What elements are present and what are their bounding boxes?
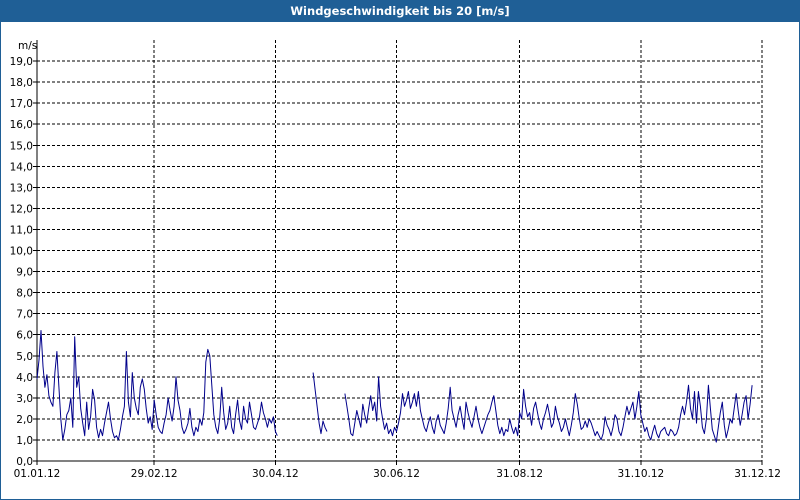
wind-speed-series-line (36, 330, 278, 441)
x-tick-label: 30.06.12 (373, 468, 420, 480)
y-tick-label: 2,0 (16, 414, 33, 426)
x-tick-label: 29.02.12 (131, 468, 178, 480)
chart-canvas: 0,0 1,0 2,0 3,0 4,0 5,0 6,0 7,0 8,0 9,0 10,0 11,0 12… (10, 40, 781, 480)
x-tick-label: 31.08.12 (496, 468, 543, 480)
grid-layer (37, 40, 763, 461)
y-tick-label: 7,0 (16, 309, 33, 321)
x-tick-label: 31.12.12 (734, 468, 781, 480)
axis-layer (33, 40, 763, 465)
y-tick-label: 13,0 (10, 182, 33, 194)
y-tick-label: 3,0 (16, 393, 33, 405)
y-tick-label: 1,0 (16, 435, 33, 447)
y-tick-label: 15,0 (10, 140, 33, 152)
y-tick-label: 11,0 (10, 224, 33, 236)
y-tick-label: 6,0 (16, 330, 33, 342)
y-tick-label: 18,0 (10, 77, 33, 89)
y-tick-label: 10,0 (10, 246, 33, 258)
y-tick-label: 9,0 (16, 267, 33, 279)
x-tick-labels: 01.01.12 29.02.12 30.04.12 30.06.12 31.08.12… (14, 468, 781, 480)
wind-speed-series-line (312, 372, 328, 435)
y-tick-label: 0,0 (16, 456, 33, 468)
y-tick-label: 19,0 (10, 56, 33, 68)
x-tick-label: 01.01.12 (14, 468, 61, 480)
y-tick-label: 14,0 (10, 161, 33, 173)
y-tick-label: 12,0 (10, 203, 33, 215)
y-tick-label: 4,0 (16, 372, 33, 384)
y-tick-label: 5,0 (16, 351, 33, 363)
x-tick-label: 30.04.12 (252, 468, 299, 480)
y-tick-labels: 0,0 1,0 2,0 3,0 4,0 5,0 6,0 7,0 8,0 9,0 10,0 11,0 12… (10, 56, 33, 468)
x-tick-label: 31.10.12 (617, 468, 664, 480)
y-tick-label: 8,0 (16, 288, 33, 300)
y-tick-label: 16,0 (10, 119, 33, 131)
y-tick-label: 17,0 (10, 98, 33, 110)
series-line-layer (36, 330, 753, 443)
wind-speed-series-line (344, 376, 753, 443)
